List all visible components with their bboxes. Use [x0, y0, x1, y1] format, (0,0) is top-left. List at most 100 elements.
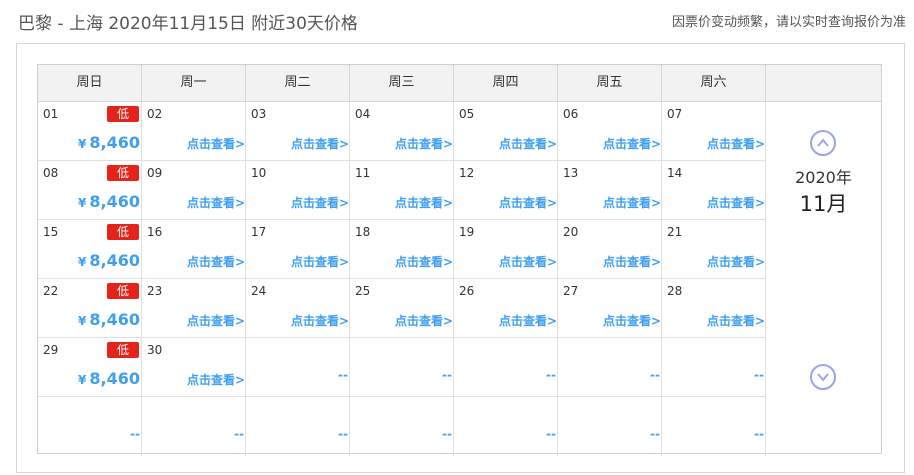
weekday-thu: 周四: [454, 65, 558, 101]
view-price-link[interactable]: 点击查看>: [187, 253, 245, 270]
view-price-link[interactable]: 点击查看>: [603, 194, 661, 211]
view-price-link[interactable]: 点击查看>: [499, 312, 557, 329]
price-calendar: 周日 周一 周二 周三 周四 周五 周六 01 低 ¥8,460 02 点击查看> 03 点…: [37, 64, 882, 456]
next-month-button[interactable]: [810, 364, 836, 390]
calendar-panel: 周日 周一 周二 周三 周四 周五 周六 01 低 ¥8,460 02 点击查看> 03 点…: [16, 43, 905, 473]
view-price-link[interactable]: 点击查看>: [291, 135, 349, 152]
view-price-link[interactable]: 点击查看>: [707, 194, 765, 211]
view-price-link[interactable]: 点击查看>: [291, 194, 349, 211]
day-cell[interactable]: 25 点击查看>: [350, 279, 454, 338]
day-number: 28: [667, 284, 683, 298]
calendar-month: 11月: [799, 192, 848, 216]
day-number: 02: [147, 107, 163, 121]
weekday-fri: 周五: [558, 65, 662, 101]
view-price-link[interactable]: 点击查看>: [395, 253, 453, 270]
view-price-link[interactable]: 点击查看>: [395, 194, 453, 211]
day-number: 18: [355, 225, 371, 239]
chevron-down-icon: [817, 373, 829, 382]
empty-price-placeholder: --: [338, 368, 348, 382]
day-cell[interactable]: 20 点击查看>: [558, 220, 662, 279]
view-price-link[interactable]: 点击查看>: [187, 312, 245, 329]
view-price-link[interactable]: 点击查看>: [291, 253, 349, 270]
day-number: 30: [147, 343, 163, 357]
weekday-sat: 周六: [662, 65, 766, 101]
day-cell[interactable]: 04 点击查看>: [350, 102, 454, 161]
day-number: 25: [355, 284, 371, 298]
day-cell[interactable]: 22 低 ¥8,460: [38, 279, 142, 338]
empty-day-cell: --: [38, 397, 142, 456]
price-value: 8,460: [89, 251, 140, 270]
view-price-link[interactable]: 点击查看>: [603, 135, 661, 152]
day-cell[interactable]: 10 点击查看>: [246, 161, 350, 220]
day-cell[interactable]: 03 点击查看>: [246, 102, 350, 161]
day-cell[interactable]: 16 点击查看>: [142, 220, 246, 279]
empty-day-cell: --: [558, 397, 662, 456]
view-price-link[interactable]: 点击查看>: [395, 135, 453, 152]
view-price-link[interactable]: 点击查看>: [603, 253, 661, 270]
view-price-link[interactable]: 点击查看>: [395, 312, 453, 329]
day-cell[interactable]: 07 点击查看>: [662, 102, 766, 161]
day-price[interactable]: ¥8,460: [78, 369, 140, 388]
weekday-sun: 周日: [38, 65, 142, 101]
day-price[interactable]: ¥8,460: [78, 310, 140, 329]
day-cell[interactable]: 27 点击查看>: [558, 279, 662, 338]
prev-month-button[interactable]: [810, 130, 836, 156]
day-cell[interactable]: 24 点击查看>: [246, 279, 350, 338]
day-cell[interactable]: 09 点击查看>: [142, 161, 246, 220]
calendar-year: 2020年: [795, 168, 852, 187]
view-price-link[interactable]: 点击查看>: [499, 135, 557, 152]
currency-symbol: ¥: [78, 196, 87, 210]
currency-symbol: ¥: [78, 137, 87, 151]
empty-price-placeholder: --: [650, 427, 660, 441]
day-price[interactable]: ¥8,460: [78, 251, 140, 270]
view-price-link[interactable]: 点击查看>: [603, 312, 661, 329]
view-price-link[interactable]: 点击查看>: [707, 135, 765, 152]
day-price[interactable]: ¥8,460: [78, 192, 140, 211]
empty-price-placeholder: --: [546, 427, 556, 441]
weekday-header: 周日 周一 周二 周三 周四 周五 周六: [38, 65, 881, 102]
day-cell[interactable]: 05 点击查看>: [454, 102, 558, 161]
view-price-link[interactable]: 点击查看>: [291, 312, 349, 329]
calendar-week-row: 22 低 ¥8,460 23 点击查看> 24 点击查看> 25 点击查看> 26 点击查看> 27 点…: [38, 279, 766, 338]
view-price-link[interactable]: 点击查看>: [187, 371, 245, 388]
day-number: 09: [147, 166, 163, 180]
day-number: 07: [667, 107, 683, 121]
day-number: 27: [563, 284, 579, 298]
weekday-tue: 周二: [246, 65, 350, 101]
day-cell[interactable]: 18 点击查看>: [350, 220, 454, 279]
day-cell[interactable]: 14 点击查看>: [662, 161, 766, 220]
day-cell[interactable]: 01 低 ¥8,460: [38, 102, 142, 161]
day-cell[interactable]: 28 点击查看>: [662, 279, 766, 338]
day-number: 29: [43, 343, 59, 357]
view-price-link[interactable]: 点击查看>: [187, 135, 245, 152]
day-cell[interactable]: 26 点击查看>: [454, 279, 558, 338]
view-price-link[interactable]: 点击查看>: [707, 312, 765, 329]
day-cell[interactable]: 15 低 ¥8,460: [38, 220, 142, 279]
day-price[interactable]: ¥8,460: [78, 133, 140, 152]
price-value: 8,460: [89, 310, 140, 329]
day-cell[interactable]: 19 点击查看>: [454, 220, 558, 279]
day-cell[interactable]: 17 点击查看>: [246, 220, 350, 279]
currency-symbol: ¥: [78, 373, 87, 387]
day-cell[interactable]: 23 点击查看>: [142, 279, 246, 338]
day-cell[interactable]: 06 点击查看>: [558, 102, 662, 161]
day-cell[interactable]: 30 点击查看>: [142, 338, 246, 397]
day-cell[interactable]: 08 低 ¥8,460: [38, 161, 142, 220]
day-cell[interactable]: 29 低 ¥8,460: [38, 338, 142, 397]
day-cell[interactable]: 21 点击查看>: [662, 220, 766, 279]
view-price-link[interactable]: 点击查看>: [499, 253, 557, 270]
day-cell[interactable]: 02 点击查看>: [142, 102, 246, 161]
day-number: 04: [355, 107, 371, 121]
low-price-badge: 低: [107, 224, 139, 240]
view-price-link[interactable]: 点击查看>: [707, 253, 765, 270]
day-cell[interactable]: 13 点击查看>: [558, 161, 662, 220]
view-price-link[interactable]: 点击查看>: [499, 194, 557, 211]
day-number: 15: [43, 225, 59, 239]
day-cell[interactable]: 12 点击查看>: [454, 161, 558, 220]
price-value: 8,460: [89, 133, 140, 152]
weekday-wed: 周三: [350, 65, 454, 101]
empty-price-placeholder: --: [754, 427, 764, 441]
empty-price-placeholder: --: [130, 427, 140, 441]
view-price-link[interactable]: 点击查看>: [187, 194, 245, 211]
day-cell[interactable]: 11 点击查看>: [350, 161, 454, 220]
